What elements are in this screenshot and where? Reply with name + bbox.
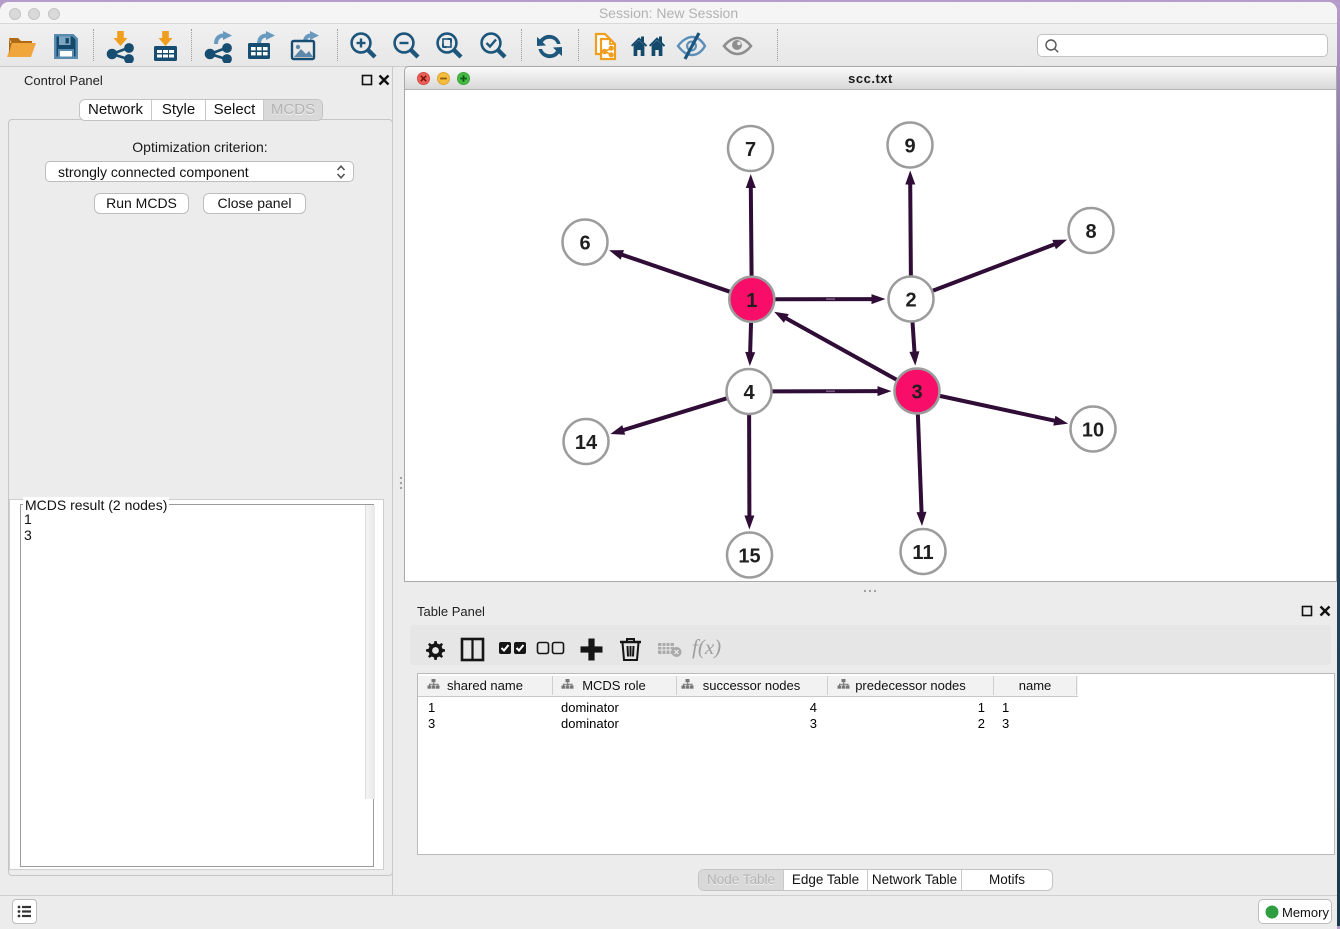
svg-text:2: 2 bbox=[905, 290, 916, 312]
svg-text:11: 11 bbox=[912, 542, 933, 564]
svg-text:4: 4 bbox=[743, 382, 755, 404]
svg-text:3: 3 bbox=[911, 382, 922, 404]
svg-text:6: 6 bbox=[579, 233, 590, 255]
svg-text:8: 8 bbox=[1085, 221, 1096, 243]
svg-text:9: 9 bbox=[904, 136, 915, 158]
svg-text:1: 1 bbox=[746, 290, 757, 312]
svg-text:7: 7 bbox=[745, 139, 756, 161]
svg-text:14: 14 bbox=[575, 432, 598, 454]
svg-text:10: 10 bbox=[1082, 420, 1104, 442]
svg-text:15: 15 bbox=[738, 546, 760, 568]
